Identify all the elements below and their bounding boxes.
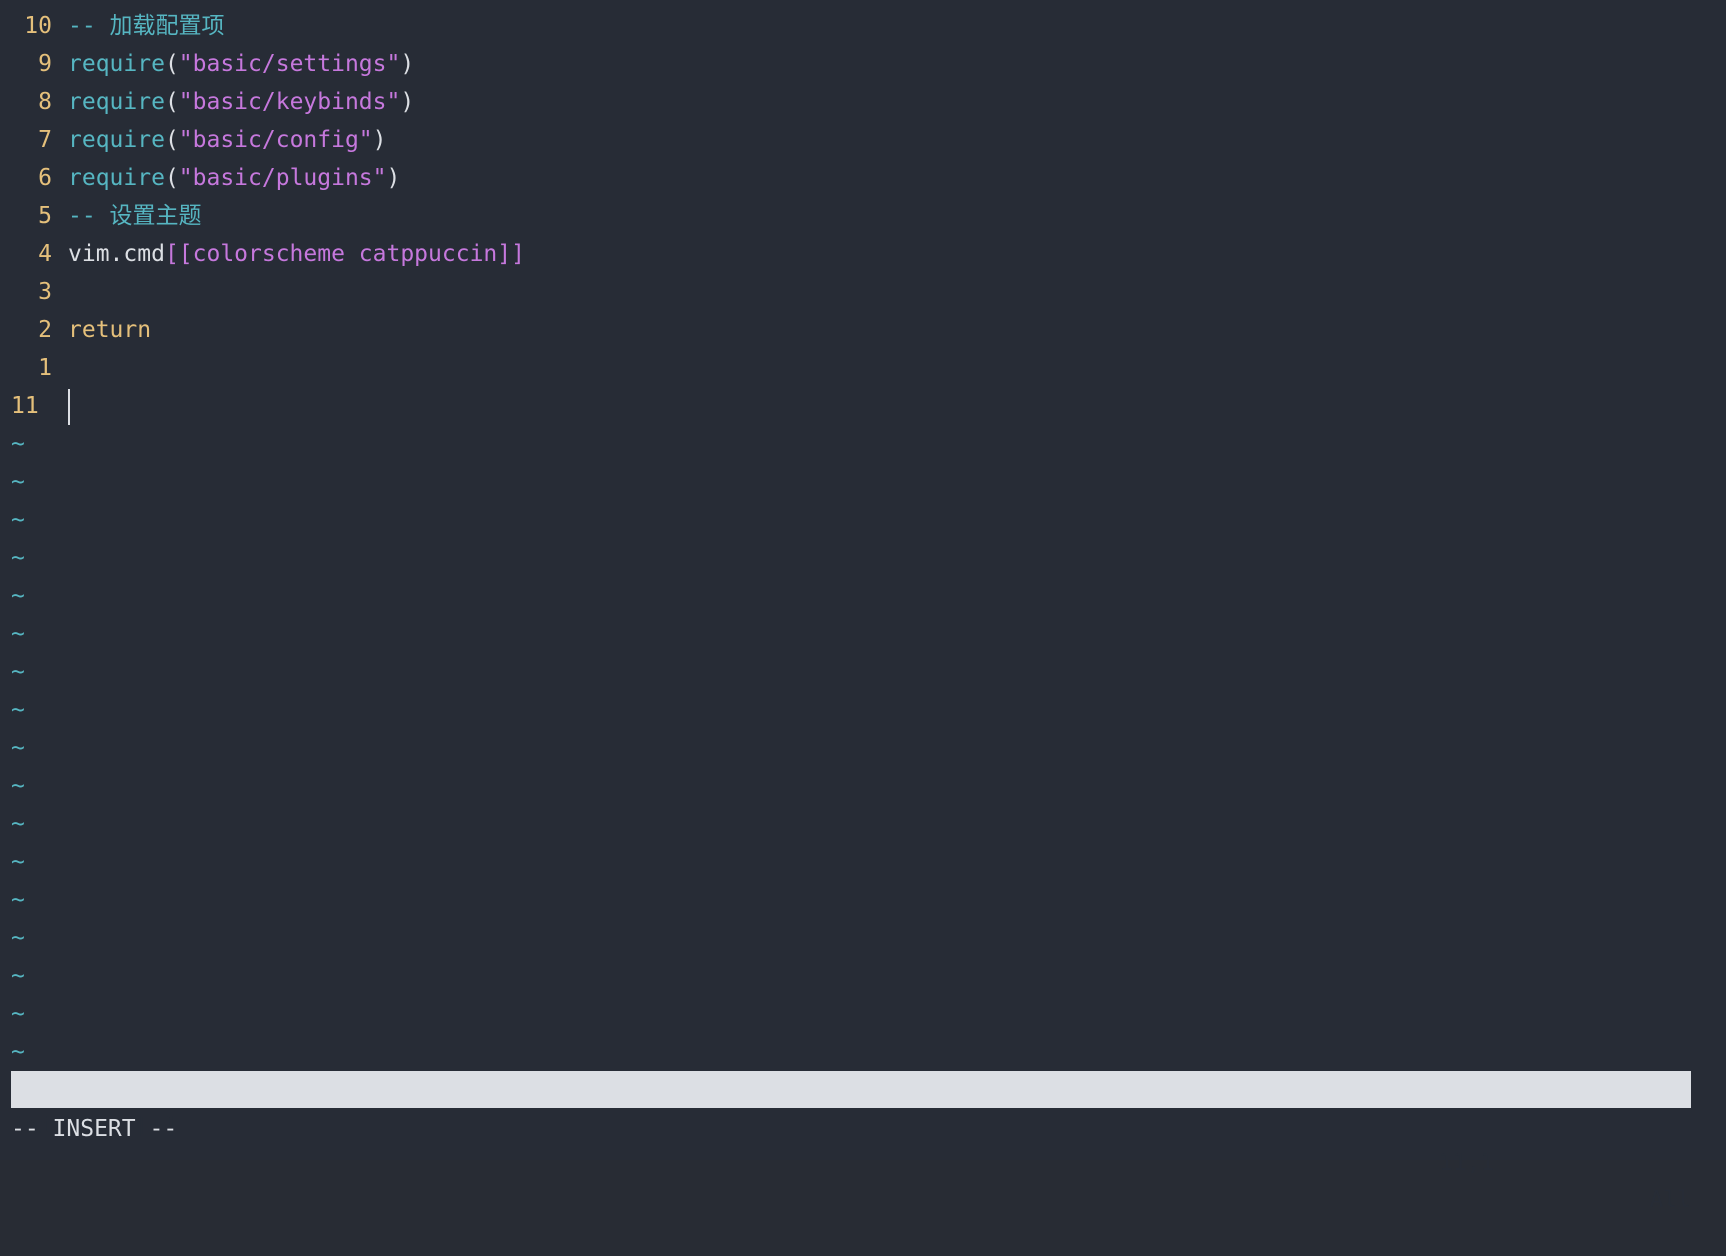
line-content[interactable]: -- 加载配置项 — [68, 7, 225, 45]
line-number: 9 — [38, 51, 52, 77]
code-lines: 10 -- 加载配置项 9 require("basic/settings") 8 req… — [11, 7, 525, 387]
empty-line-marker: ~ — [11, 925, 25, 951]
mode-indicator: -- INSERT -- — [11, 1116, 178, 1142]
code-line[interactable]: 3 — [11, 273, 525, 311]
empty-line-marker: ~ — [11, 773, 25, 799]
line-number: 7 — [38, 127, 52, 153]
code-token-paren: ( — [164, 127, 179, 153]
line-number: 8 — [38, 89, 52, 115]
empty-line-marker: ~ — [11, 697, 25, 723]
line-content[interactable]: require("basic/settings") — [68, 45, 414, 83]
code-token-paren: ( — [164, 165, 179, 191]
empty-lines: ~ ~ ~ ~ ~ ~ ~ ~ ~ ~ ~ ~ ~ ~ ~ ~ ~ — [11, 425, 525, 1071]
code-token-string: "basic/config" — [178, 127, 373, 153]
empty-line-marker: ~ — [11, 811, 25, 837]
scroll-position: All — [1649, 1187, 1691, 1213]
line-number: 11 — [11, 393, 39, 419]
code-line[interactable]: 4 vim.cmd[[colorscheme catppuccin]] — [11, 235, 525, 273]
code-token-func: require — [68, 165, 165, 191]
line-number: 5 — [38, 203, 52, 229]
line-number: 1 — [38, 355, 52, 381]
code-token-ident: vim.cmd — [68, 241, 165, 267]
code-token-string: "basic/keybinds" — [178, 89, 401, 115]
cursor-position: 11,1 — [1439, 1150, 1495, 1176]
line-content[interactable]: -- 设置主题 — [68, 197, 202, 235]
code-token-func: require — [68, 51, 165, 77]
line-number: 2 — [38, 317, 52, 343]
code-token-paren: ( — [164, 89, 179, 115]
editor-buffer[interactable]: 10 -- 加载配置项 9 require("basic/settings") 8 req… — [11, 7, 525, 1071]
code-token-comment: -- 加载配置项 — [68, 13, 225, 39]
code-line[interactable]: 2 return — [11, 311, 525, 349]
empty-line-marker: ~ — [11, 583, 25, 609]
line-number: 3 — [38, 279, 52, 305]
empty-line-marker: ~ — [11, 735, 25, 761]
line-content[interactable]: require("basic/plugins") — [68, 159, 400, 197]
code-line[interactable]: 7 require("basic/config") — [11, 121, 525, 159]
empty-line-marker: ~ — [11, 887, 25, 913]
line-content[interactable] — [68, 387, 70, 425]
line-content[interactable]: require("basic/keybinds") — [68, 83, 414, 121]
code-line[interactable]: 9 require("basic/settings") — [11, 45, 525, 83]
empty-line-marker: ~ — [11, 659, 25, 685]
code-line[interactable]: 8 require("basic/keybinds") — [11, 83, 525, 121]
code-token-paren: ) — [400, 89, 415, 115]
vim-terminal: 10 -- 加载配置项 9 require("basic/settings") 8 req… — [0, 0, 1726, 1213]
code-token-paren: ( — [164, 51, 179, 77]
line-content[interactable]: vim.cmd[[colorscheme catppuccin]] — [68, 235, 525, 273]
code-token-string: "basic/plugins" — [178, 165, 387, 191]
empty-line-marker: ~ — [11, 545, 25, 571]
code-token-paren: ) — [386, 165, 401, 191]
line-content[interactable]: require("basic/config") — [68, 121, 387, 159]
code-token-keyword: return — [68, 317, 152, 343]
code-line[interactable]: 6 require("basic/plugins") — [11, 159, 525, 197]
empty-line-marker: ~ — [11, 1039, 25, 1065]
text-cursor — [68, 388, 70, 425]
code-token-string: [[colorscheme catppuccin]] — [164, 241, 525, 267]
line-number: 4 — [38, 241, 52, 267]
empty-line-marker: ~ — [11, 849, 25, 875]
status-line: init.lua [+] 11,1 All — [11, 1071, 1691, 1213]
code-token-comment: -- 设置主题 — [68, 203, 202, 229]
line-number: 6 — [38, 165, 52, 191]
line-content[interactable]: return — [68, 311, 151, 349]
empty-line-marker: ~ — [11, 507, 25, 533]
code-token-paren: ) — [400, 51, 415, 77]
code-token-func: require — [68, 127, 165, 153]
empty-line-marker: ~ — [11, 621, 25, 647]
empty-line-marker: ~ — [11, 469, 25, 495]
empty-line-marker: ~ — [11, 963, 25, 989]
code-token-string: "basic/settings" — [178, 51, 401, 77]
empty-line-marker: ~ — [11, 1001, 25, 1027]
empty-line-marker: ~ — [11, 431, 25, 457]
code-line[interactable]: 5 -- 设置主题 — [11, 197, 525, 235]
current-line[interactable]: 11 — [11, 387, 525, 425]
code-line[interactable]: 10 -- 加载配置项 — [11, 7, 525, 45]
code-token-paren: ) — [372, 127, 387, 153]
code-token-func: require — [68, 89, 165, 115]
line-number: 10 — [24, 13, 52, 39]
code-line[interactable]: 1 — [11, 349, 525, 387]
